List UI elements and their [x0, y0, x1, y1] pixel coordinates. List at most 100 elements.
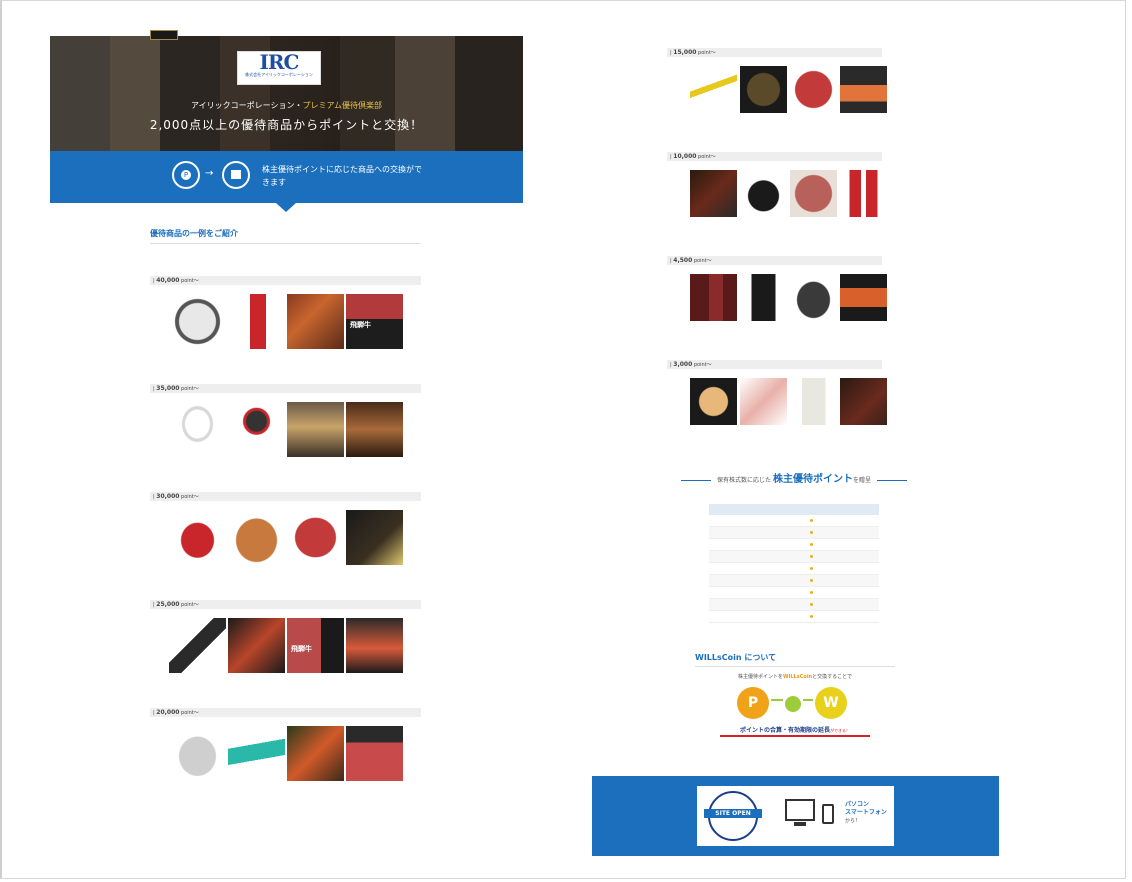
product-item[interactable]: [840, 170, 887, 234]
tier-unit: point〜: [181, 710, 199, 716]
product-caption: [287, 568, 344, 582]
product-item[interactable]: [840, 66, 887, 130]
product-item[interactable]: [287, 402, 344, 474]
product-caption: [740, 428, 787, 442]
hero-headline: 2,000点以上の優待商品からポイントと交換！: [149, 118, 424, 132]
points-dot-icon: [810, 566, 814, 570]
product-item[interactable]: [169, 510, 226, 582]
product-image: [690, 274, 737, 321]
table-header-shares: [709, 504, 747, 515]
product-item[interactable]: [228, 402, 285, 474]
product-item[interactable]: [790, 274, 837, 338]
right-column: | 15,000 point〜 | 10,000 point〜 | 4,500 …: [592, 36, 999, 442]
product-caption: [790, 220, 837, 234]
product-caption: [287, 460, 344, 474]
product-item[interactable]: [690, 274, 737, 338]
points-cell: [746, 598, 879, 611]
points-cell: [746, 526, 879, 539]
product-item[interactable]: [740, 378, 787, 442]
product-item[interactable]: [790, 66, 837, 130]
willscoin-lead-prefix: 株主優待ポイントを: [738, 674, 784, 680]
product-image: [840, 66, 887, 113]
points-cell: [746, 610, 879, 623]
points-dot-icon: [810, 602, 814, 606]
tier-points: 20,000: [156, 709, 180, 716]
product-item[interactable]: [740, 170, 787, 234]
tier-heading: | 20,000 point〜: [150, 708, 421, 717]
tier-heading: | 30,000 point〜: [150, 492, 421, 501]
product-item[interactable]: [790, 378, 837, 442]
points-dot-icon: [810, 542, 814, 546]
points-heading-suffix: を贈呈: [852, 477, 871, 484]
product-image: [228, 510, 285, 565]
logo-mark: IRC: [259, 50, 300, 74]
tier-items: [667, 66, 887, 130]
tier-unit: point〜: [181, 494, 199, 500]
product-item[interactable]: [740, 274, 787, 338]
product-caption: [169, 352, 226, 366]
product-item[interactable]: [346, 510, 403, 582]
tier-points: 4,500: [673, 257, 693, 264]
tier-unit: point〜: [181, 278, 199, 284]
product-image: [690, 170, 737, 217]
tier-items: [667, 170, 887, 234]
product-item[interactable]: [287, 726, 344, 798]
product-overlay-text: 飛騨牛: [291, 645, 312, 653]
product-item[interactable]: [690, 378, 737, 442]
willscoin-lead: 株主優待ポイントをWILLsCoinと交換することで: [695, 673, 895, 680]
product-item[interactable]: [169, 402, 226, 474]
tier-unit: point〜: [181, 386, 199, 392]
points-table-section: 保有株式数に応じた 株主優待ポイントを贈呈: [675, 470, 913, 641]
shares-cell: [709, 586, 747, 599]
product-caption: [790, 116, 837, 130]
product-caption: [740, 116, 787, 130]
tier-heading: | 25,000 point〜: [150, 600, 421, 609]
product-item[interactable]: [346, 618, 403, 690]
left-tier-1: | 35,000 point〜: [150, 384, 421, 474]
product-image: [169, 402, 226, 457]
product-caption: [690, 220, 737, 234]
table-row: [709, 586, 879, 599]
product-item[interactable]: [169, 294, 226, 366]
hero-tagline-gold: プレミアム優待倶楽部: [302, 101, 382, 110]
product-item[interactable]: [169, 726, 226, 798]
product-item[interactable]: [790, 170, 837, 234]
section-note: [200, 249, 523, 254]
tier-points: 35,000: [156, 385, 180, 392]
coin-arrow: [803, 699, 813, 701]
product-item[interactable]: [228, 510, 285, 582]
site-open-card[interactable]: SITE OPEN パソコン スマートフォン から！: [697, 786, 894, 846]
product-item[interactable]: [840, 274, 887, 338]
product-image: [690, 378, 737, 425]
tier-heading: | 4,500 point〜: [667, 256, 882, 265]
product-item[interactable]: [169, 618, 226, 690]
product-item[interactable]: [690, 66, 737, 130]
tier-unit: point〜: [693, 258, 712, 264]
arrow-right-icon: →: [205, 168, 214, 179]
product-image: [287, 726, 344, 781]
product-caption: [228, 784, 285, 798]
willscoin-title: WILLsCoin について: [695, 653, 777, 662]
product-item[interactable]: [228, 294, 285, 366]
product-image: [169, 726, 226, 781]
product-item[interactable]: [287, 294, 344, 366]
product-caption: [228, 460, 285, 474]
points-table-notes: [675, 631, 913, 641]
product-item[interactable]: [228, 726, 285, 798]
product-item[interactable]: 飛騨牛: [287, 618, 344, 690]
footer-em1: パソコン: [845, 801, 870, 808]
product-item[interactable]: [840, 378, 887, 442]
product-item[interactable]: [228, 618, 285, 690]
product-item[interactable]: [287, 510, 344, 582]
product-item[interactable]: 飛騨牛: [346, 294, 403, 366]
product-item[interactable]: [690, 170, 737, 234]
points-cell: [746, 586, 879, 599]
product-item[interactable]: [346, 402, 403, 474]
monitor-stand-icon: [794, 822, 806, 826]
product-image: [346, 510, 403, 565]
product-item[interactable]: [346, 726, 403, 798]
product-image: 飛騨牛: [346, 294, 403, 349]
product-item[interactable]: [740, 66, 787, 130]
coin-arrow: [771, 699, 783, 701]
product-image: [228, 402, 285, 457]
